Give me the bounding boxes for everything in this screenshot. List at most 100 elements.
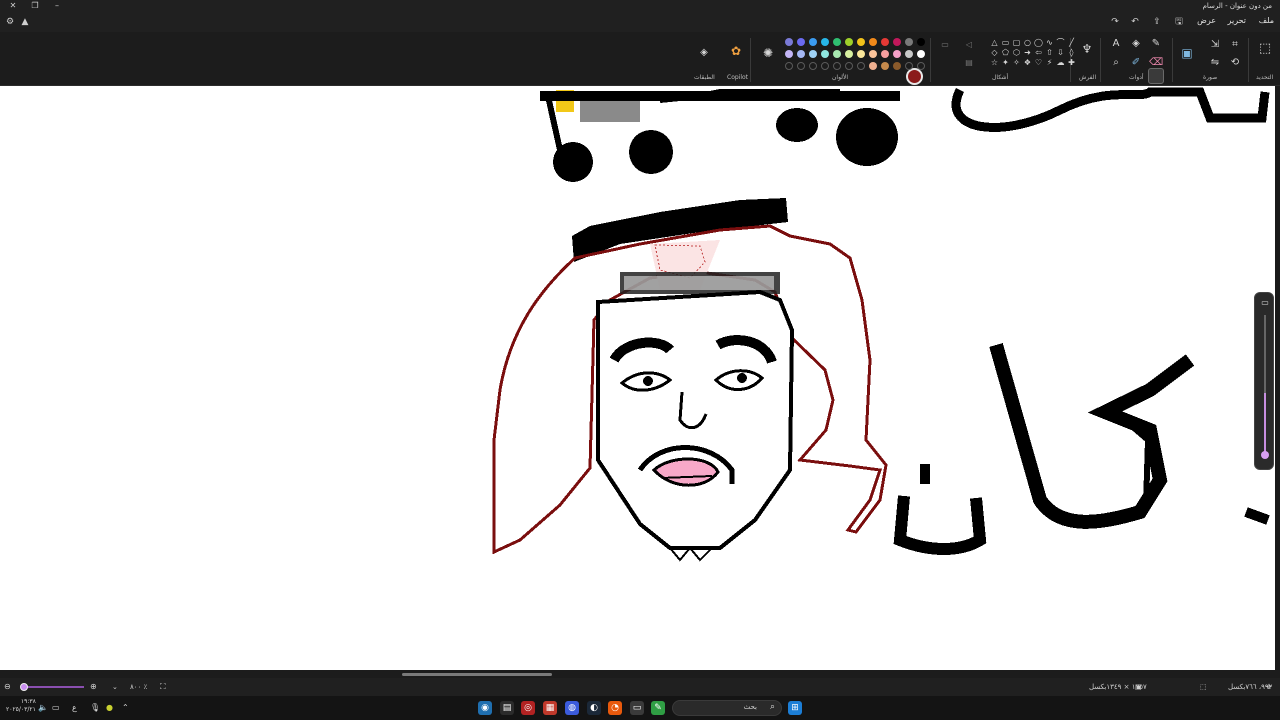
fit-to-window-icon[interactable]: ⛶ [160,681,166,693]
undo-icon[interactable]: ↶ [1128,15,1142,29]
shape-option[interactable]: ▢ [1012,38,1021,47]
account-icon[interactable]: ▲ [18,15,32,29]
color-picker-icon[interactable]: ✐ [1129,56,1143,70]
color-swatch[interactable] [785,38,793,46]
zoom-in-icon[interactable]: ⊕ [90,681,97,693]
text-icon[interactable]: A [1109,37,1123,51]
close-icon[interactable]: ✕ [2,0,24,12]
color-swatch[interactable] [869,38,877,46]
primary-color-swatch[interactable] [906,68,923,85]
taskbar-search[interactable]: ⌕ بحث [672,700,782,716]
shape-option[interactable]: ╱ [1067,38,1076,47]
shape-option[interactable]: ❖ [1023,58,1032,67]
zoom-slider[interactable] [22,686,84,688]
selection-icon[interactable]: ⬚ [1258,42,1272,56]
app-tray-icon[interactable]: ● [106,701,113,715]
magnifier-icon[interactable]: ⌕ [1109,56,1123,70]
crop-icon[interactable]: ⌗ [1228,38,1242,52]
zoom-out-icon[interactable]: ⊖ [4,681,11,693]
color-swatch[interactable] [797,38,805,46]
color-swatch[interactable] [821,38,829,46]
color-swatch[interactable] [869,62,877,70]
color-swatch[interactable] [881,62,889,70]
color-swatch[interactable] [917,38,925,46]
color-swatch[interactable] [809,38,817,46]
horizontal-scrollbar[interactable] [0,670,1280,678]
shape-option[interactable]: ◊ [1067,48,1076,57]
zoom-panel[interactable]: ▭ [1254,292,1274,470]
shape-option[interactable]: ▭ [1001,38,1010,47]
edit-colors-icon[interactable]: ✺ [761,46,775,60]
shape-option[interactable]: ⚡ [1045,58,1054,67]
resize-icon[interactable]: ⇲ [1208,38,1222,52]
shape-option[interactable]: ⬡ [1012,48,1021,57]
color-swatch[interactable] [857,50,865,58]
microphone-icon[interactable]: 🎙 [90,701,100,715]
file-explorer-icon[interactable]: ▭ [630,701,644,715]
shape-option[interactable]: ➜ [1023,48,1032,57]
share-icon[interactable]: ⇪ [1150,15,1164,29]
shape-option[interactable]: ⇦ [1034,48,1043,57]
opera-icon[interactable]: ◎ [521,701,535,715]
shape-style-icon[interactable]: ▤ [962,56,976,70]
color-swatch[interactable] [857,38,865,46]
color-swatch[interactable] [869,50,877,58]
save-icon[interactable]: 🖫 [1172,15,1186,29]
network-icon[interactable]: ▭ [52,701,60,715]
edge-icon[interactable]: ◉ [478,701,492,715]
color-swatch[interactable] [893,50,901,58]
settings-icon[interactable]: ⚙ [3,15,17,29]
color-swatch[interactable] [881,38,889,46]
color-swatch[interactable] [893,38,901,46]
shape-option[interactable]: ◯ [1034,38,1043,47]
color-swatch[interactable] [809,62,817,70]
color-swatch[interactable] [905,62,913,70]
zoom-level[interactable]: ٨٠٠ ٪ [130,681,147,693]
shape-option[interactable]: ∿ [1045,38,1054,47]
color-swatch[interactable] [797,62,805,70]
color-swatch[interactable] [917,50,925,58]
shape-option[interactable]: ⇩ [1056,48,1065,57]
paint-app-icon[interactable]: ✎ [651,701,665,715]
shape-option[interactable]: ⇧ [1045,48,1054,57]
color-swatch[interactable] [857,62,865,70]
zoom-panel-icon[interactable]: ▭ [1259,298,1271,308]
copilot-icon[interactable]: ✿ [729,44,743,58]
color-swatch[interactable] [881,50,889,58]
shape-option[interactable]: ✧ [1012,58,1021,67]
color-swatch[interactable] [821,62,829,70]
color-swatch[interactable] [845,50,853,58]
menu-file[interactable]: ملف [1259,16,1274,25]
taskbar-clock[interactable]: ١٩:٣٨ ٢٠٢٥/٠٣/٢١ [6,698,36,714]
color-swatch[interactable] [905,38,913,46]
layers-icon[interactable]: ◈ [697,46,711,60]
shape-option[interactable]: ◇ [990,48,999,57]
color-swatch[interactable] [821,50,829,58]
brush-icon[interactable]: ♆ [1080,42,1094,56]
color-swatch[interactable] [917,62,925,70]
discord-icon[interactable]: ◍ [565,701,579,715]
shape-option[interactable]: ✚ [1067,58,1076,67]
zoom-slider-knob[interactable] [20,683,28,691]
terminal-icon[interactable]: ▤ [500,701,514,715]
shape-option[interactable]: △ [990,38,999,47]
color-swatch[interactable] [905,50,913,58]
shape-option[interactable]: ☆ [990,58,999,67]
shape-option[interactable]: ♡ [1034,58,1043,67]
redo-icon[interactable]: ↷ [1108,15,1122,29]
calendar-app-icon[interactable]: ▦ [543,701,557,715]
steam-icon[interactable]: ◐ [587,701,601,715]
eraser-icon[interactable]: ⌫ [1149,56,1163,70]
horizontal-scroll-thumb[interactable] [402,673,552,676]
fill-icon[interactable]: ◈ [1129,37,1143,51]
chrome-icon[interactable]: ◔ [608,701,622,715]
pencil-icon[interactable]: ✎ [1149,37,1163,51]
drawing-canvas[interactable] [0,86,1275,670]
color-swatch[interactable] [833,62,841,70]
zoom-knob[interactable] [1261,451,1269,459]
shape-option[interactable]: ✦ [1001,58,1010,67]
color-swatch[interactable] [833,50,841,58]
start-menu-icon[interactable]: ⊞ [788,701,802,715]
color-swatch[interactable] [893,62,901,70]
color-swatch[interactable] [845,38,853,46]
